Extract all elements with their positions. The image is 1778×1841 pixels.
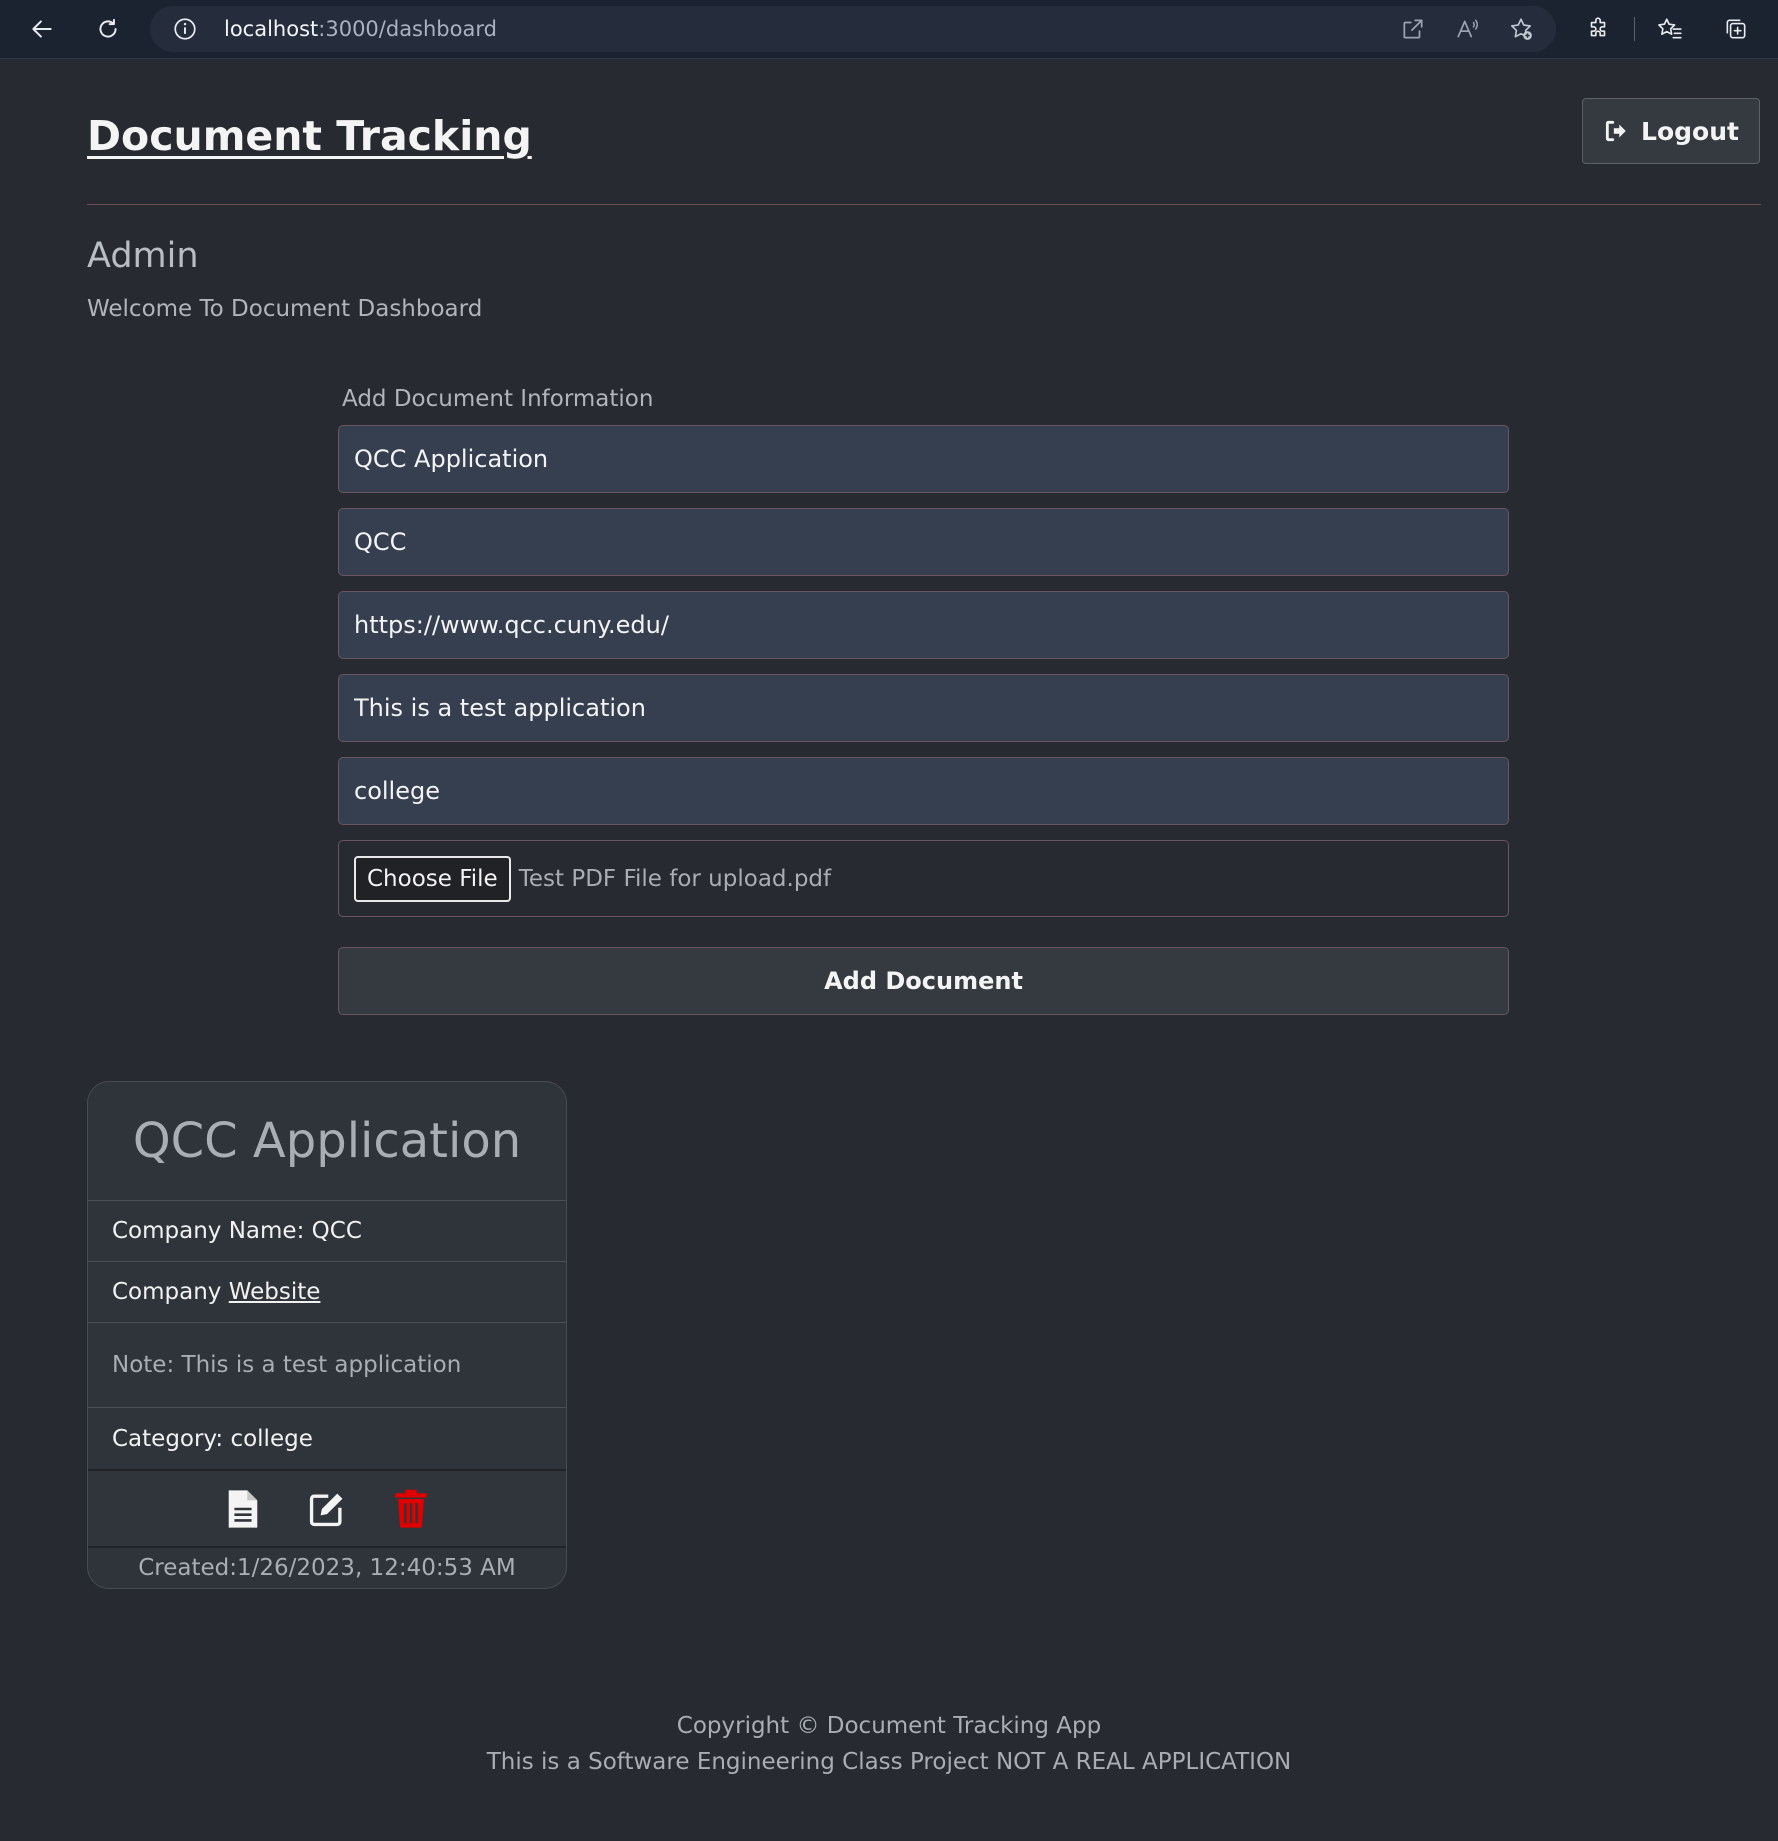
back-button[interactable] — [22, 9, 62, 49]
card-company-row: Company Name: QCC — [88, 1200, 566, 1261]
choose-file-button[interactable]: Choose File — [354, 855, 511, 902]
logout-button[interactable]: Logout — [1582, 98, 1760, 164]
edit-document-button[interactable] — [308, 1489, 346, 1529]
card-note-row: Note: This is a test application — [88, 1322, 566, 1407]
note-label: Note: — [112, 1352, 175, 1378]
website-link[interactable]: Website — [229, 1279, 321, 1305]
company-value: QCC — [311, 1218, 362, 1244]
back-arrow-icon — [32, 20, 52, 38]
reload-icon — [99, 18, 117, 38]
puzzle-icon — [1590, 17, 1606, 37]
footer-copyright: Copyright © Document Tracking App — [676, 1713, 1102, 1739]
form-heading: Add Document Information — [342, 386, 654, 412]
open-in-app-icon[interactable] — [1400, 16, 1426, 42]
header-divider — [87, 204, 1761, 205]
category-label: Category: — [112, 1425, 224, 1452]
extensions-button[interactable] — [1578, 9, 1618, 49]
toolbar-separator — [1634, 17, 1635, 41]
title-input[interactable] — [338, 425, 1509, 493]
sign-out-icon — [1605, 120, 1626, 142]
collections-button[interactable] — [1716, 9, 1756, 49]
website-label: Company — [112, 1279, 222, 1305]
company-label: Company Name: — [112, 1218, 305, 1244]
view-document-button[interactable] — [224, 1489, 262, 1529]
delete-document-button[interactable] — [392, 1489, 430, 1529]
url-path: :3000/dashboard — [318, 17, 497, 41]
document-icon — [228, 1489, 258, 1528]
note-input[interactable] — [338, 674, 1509, 742]
card-category-row: Category: college — [88, 1407, 566, 1469]
favorites-button[interactable] — [1650, 9, 1690, 49]
address-bar[interactable]: localhost:3000/dashboard — [150, 6, 1556, 52]
add-document-button[interactable]: Add Document — [338, 947, 1509, 1015]
card-created-timestamp: Created:1/26/2023, 12:40:53 AM — [138, 1555, 516, 1581]
category-value: college — [230, 1425, 313, 1452]
reload-button[interactable] — [88, 9, 128, 49]
card-title: QCC Application — [132, 1113, 522, 1169]
brand-link[interactable]: Document Tracking — [87, 112, 532, 160]
favorites-list-icon — [1658, 18, 1682, 39]
card-website-row: Company Website — [88, 1261, 566, 1322]
site-info-icon[interactable] — [172, 16, 198, 42]
collections-icon — [1726, 19, 1746, 39]
document-card: QCC Application Company Name: QCC Compan… — [87, 1081, 567, 1589]
url-host: localhost — [224, 17, 319, 41]
trash-icon — [395, 1489, 427, 1528]
browser-toolbar: localhost:3000/dashboard — [0, 0, 1778, 59]
user-role: Admin — [87, 236, 199, 276]
company-input[interactable] — [338, 508, 1509, 576]
edit-icon — [309, 1493, 343, 1526]
website-input[interactable] — [338, 591, 1509, 659]
add-favorite-icon[interactable] — [1508, 16, 1534, 42]
welcome-message: Welcome To Document Dashboard — [87, 296, 483, 322]
read-aloud-icon[interactable] — [1455, 16, 1481, 42]
file-upload-field[interactable]: Choose File Test PDF File for upload.pdf — [338, 840, 1509, 917]
note-value: This is a test application — [181, 1352, 462, 1378]
card-actions — [88, 1469, 566, 1548]
url-text[interactable]: localhost:3000/dashboard — [224, 6, 497, 52]
category-input[interactable] — [338, 757, 1509, 825]
logout-label: Logout — [1641, 116, 1739, 146]
footer-disclaimer: This is a Software Engineering Class Pro… — [486, 1749, 1292, 1775]
selected-file-name: Test PDF File for upload.pdf — [518, 865, 832, 892]
